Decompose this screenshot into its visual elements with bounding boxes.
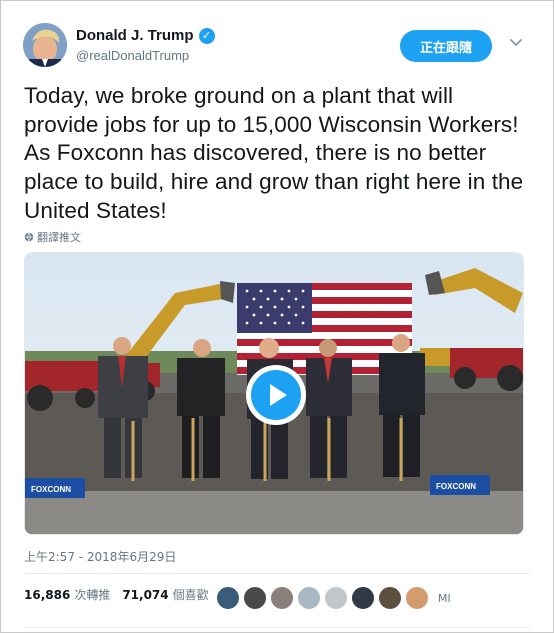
divider: [24, 573, 530, 574]
tweet-text: Today, we broke ground on a plant that w…: [24, 83, 524, 223]
following-button[interactable]: 正在跟隨: [400, 30, 492, 62]
liker-avatar[interactable]: [324, 586, 348, 610]
likers-avatars: MI: [216, 586, 451, 610]
liker-avatar[interactable]: [270, 586, 294, 610]
user-handle[interactable]: @realDonaldTrump: [76, 48, 189, 63]
chevron-down-icon[interactable]: [508, 34, 524, 50]
play-button[interactable]: [246, 365, 306, 425]
user-avatar[interactable]: [23, 23, 67, 67]
retweets-stat[interactable]: 16,886 次轉推: [24, 586, 110, 603]
liker-avatar[interactable]: [216, 586, 240, 610]
banner-right-text: FOXCONN: [436, 482, 476, 491]
retweets-count: 16,886: [24, 587, 71, 602]
tweet-stats: 16,886 次轉推 71,074 個喜歡: [24, 586, 209, 603]
liker-avatar[interactable]: [297, 586, 321, 610]
play-icon: [251, 370, 301, 420]
tweet-timestamp[interactable]: 上午2:57 - 2018年6月29日: [24, 548, 176, 565]
likes-stat[interactable]: 71,074 個喜歡: [122, 586, 208, 603]
globe-icon: [24, 232, 34, 242]
likes-count: 71,074: [122, 587, 169, 602]
display-name[interactable]: Donald J. Trump: [76, 27, 194, 44]
translate-label: 翻譯推文: [37, 231, 81, 244]
bottom-divider: [24, 627, 530, 628]
banner-left-text: FOXCONN: [31, 485, 71, 494]
retweets-label: 次轉推: [74, 588, 111, 602]
liker-avatar[interactable]: [243, 586, 267, 610]
liker-avatar[interactable]: [378, 586, 402, 610]
liker-avatar[interactable]: [405, 586, 429, 610]
translate-tweet-link[interactable]: 翻譯推文: [24, 229, 81, 245]
verified-badge-icon: ✓: [198, 27, 215, 44]
likes-label: 個喜歡: [172, 588, 209, 602]
more-likers-label[interactable]: MI: [438, 592, 451, 605]
liker-avatar[interactable]: [351, 586, 375, 610]
